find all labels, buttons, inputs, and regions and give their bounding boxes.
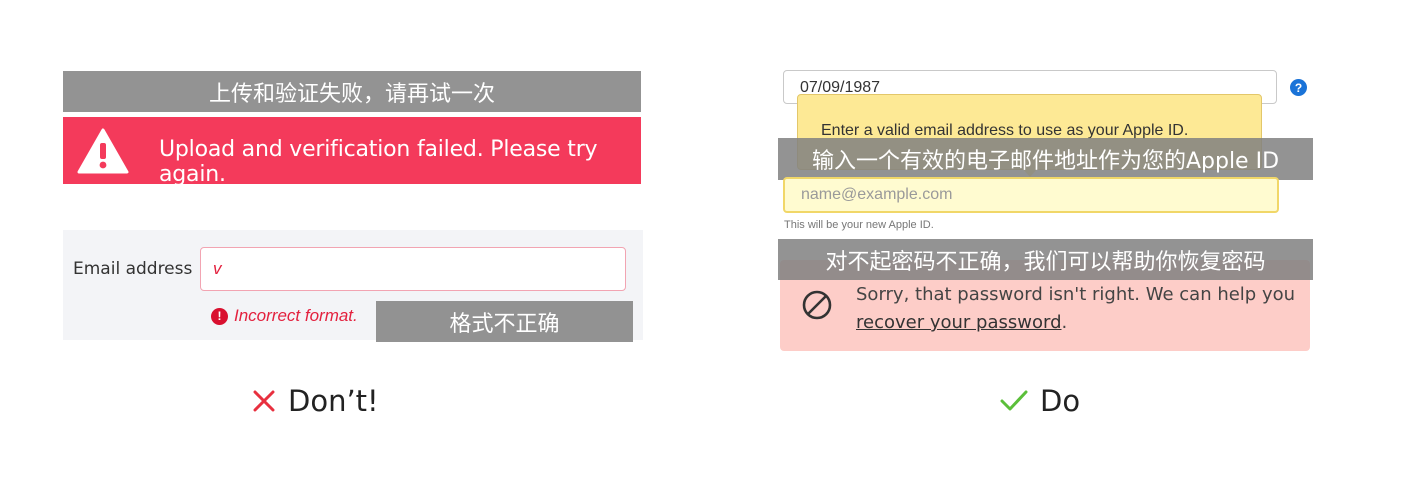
alert-text: Sorry, that password isn't right. We can… [856, 284, 1296, 305]
prohibited-icon [802, 290, 832, 320]
email-input[interactable]: v [200, 247, 626, 291]
error-icon: ! [211, 307, 228, 325]
help-icon[interactable]: ? [1290, 79, 1307, 96]
x-icon [253, 390, 275, 412]
warning-icon [77, 128, 129, 174]
error-text: Incorrect format. [234, 306, 358, 325]
email-input-value: v [213, 259, 222, 278]
caption-incorrect-format: 格式不正确 [376, 301, 633, 342]
do-verdict: Do [1000, 384, 1080, 418]
do-label: Do [1040, 384, 1081, 418]
banner-message: Upload and verification failed. Please t… [159, 137, 598, 187]
check-icon [1000, 390, 1028, 411]
dont-label: Don’t! [288, 384, 379, 418]
caption-valid-email: 输入一个有效的电子邮件地址作为您的Apple ID [778, 138, 1313, 180]
dont-verdict: Don’t! [252, 384, 379, 418]
caption-password-incorrect: 对不起密码不正确，我们可以帮助你恢复密码 [778, 239, 1313, 280]
error-banner: Upload and verification failed. Please t… [63, 117, 641, 187]
email-placeholder: name@example.com [801, 186, 953, 203]
recover-password-link[interactable]: recover your password [856, 312, 1062, 333]
error-message: ! Incorrect format. [211, 306, 358, 326]
alert-text-end: . [1061, 312, 1068, 333]
password-alert-message: Sorry, that password isn't right. We can… [856, 281, 1296, 337]
email-label: Email address [73, 259, 193, 279]
caption-upload-failed: 上传和验证失败，请再试一次 [63, 71, 641, 112]
apple-id-email-input[interactable]: name@example.com [783, 177, 1279, 213]
apple-id-hint: This will be your new Apple ID. [784, 219, 934, 231]
